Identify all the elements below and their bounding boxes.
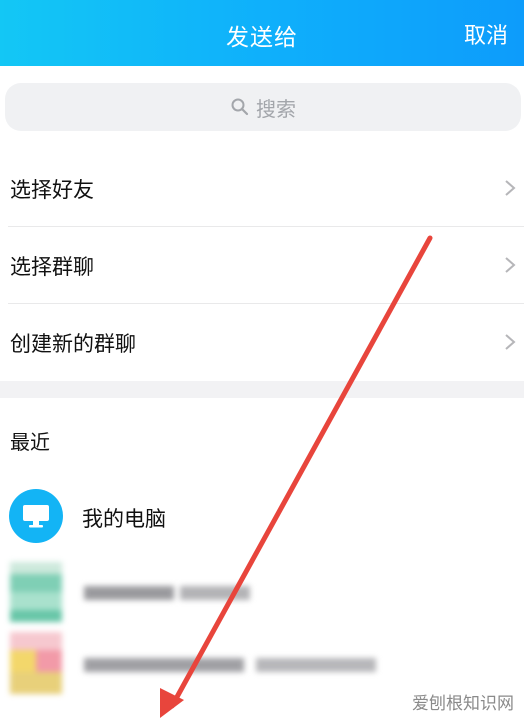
recent-section-title: 最近 (10, 430, 50, 454)
page-title: 发送给 (226, 25, 298, 51)
menu-item-label: 选择好友 (10, 177, 94, 202)
list-item[interactable] (0, 562, 524, 632)
avatar (9, 489, 63, 543)
section-separator (0, 381, 524, 398)
search-input[interactable]: 搜索 (5, 83, 521, 131)
chevron-right-icon (505, 180, 516, 196)
menu-item-select-group[interactable]: 选择群聊 (0, 227, 524, 304)
cancel-button[interactable]: 取消 (464, 18, 508, 50)
computer-icon (23, 505, 49, 528)
search-placeholder: 搜索 (256, 96, 296, 121)
chevron-right-icon (505, 334, 516, 350)
menu-item-label: 选择群聊 (10, 254, 94, 279)
top-bar: 发送给 取消 (0, 0, 524, 66)
chevron-right-icon (505, 257, 516, 273)
menu-item-create-group[interactable]: 创建新的群聊 (0, 304, 524, 381)
recent-item-name: 我的电脑 (82, 507, 166, 531)
search-icon (231, 98, 249, 116)
recent-item-my-computer[interactable]: 我的电脑 (0, 485, 524, 549)
menu-item-label: 创建新的群聊 (10, 331, 136, 356)
menu-item-select-friend[interactable]: 选择好友 (0, 150, 524, 227)
watermark: 爱刨根知识网 (410, 689, 516, 714)
